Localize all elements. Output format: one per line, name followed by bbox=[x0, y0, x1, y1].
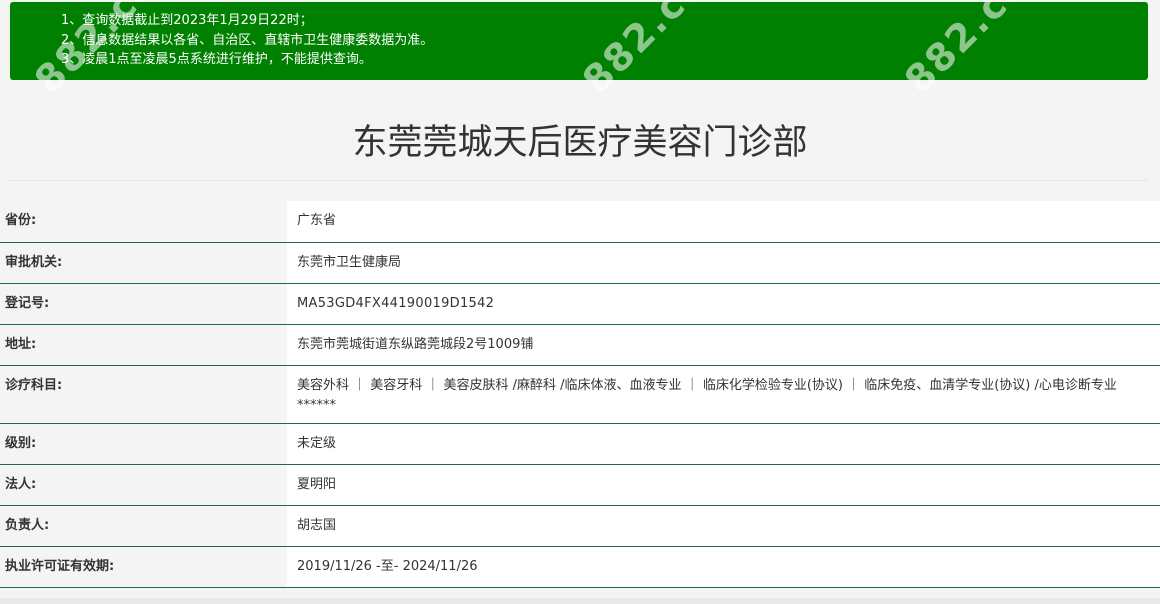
legal-person-label: 法人: bbox=[0, 464, 287, 506]
registration-label: 登记号: bbox=[0, 283, 287, 325]
table-row: 诊疗科目: 美容外科 ｜ 美容牙科 ｜ 美容皮肤科 /麻醉科 /临床体液、血液专… bbox=[0, 365, 1160, 424]
province-label: 省份: bbox=[0, 201, 287, 243]
table-row: 省份: 广东省 bbox=[0, 201, 1160, 243]
departments-label: 诊疗科目: bbox=[0, 365, 287, 424]
table-row: 法人: 夏明阳 bbox=[0, 464, 1160, 506]
notice-banner: 1、查询数据截止到2023年1月29日22时； 2、信息数据结果以各省、自治区、… bbox=[10, 0, 1148, 102]
notice-line-1: 1、查询数据截止到2023年1月29日22时； bbox=[61, 13, 313, 28]
page: 1、查询数据截止到2023年1月29日22时； 2、信息数据结果以各省、自治区、… bbox=[0, 0, 1160, 604]
table-row: 登记号: MA53GD4FX44190019D1542 bbox=[0, 283, 1160, 325]
title-divider bbox=[10, 180, 1148, 181]
table-row: 级别: 未定级 bbox=[0, 423, 1160, 465]
notice-line-3: 3、凌晨1点至凌晨5点系统进行维护，不能提供查询。 bbox=[61, 52, 372, 67]
person-in-charge-value: 胡志国 bbox=[287, 505, 1160, 547]
departments-value: 美容外科 ｜ 美容牙科 ｜ 美容皮肤科 /麻醉科 /临床体液、血液专业 ｜ 临床… bbox=[287, 365, 1160, 424]
table-row: 负责人: 胡志国 bbox=[0, 505, 1160, 547]
license-validity-value: 2019/11/26 -至- 2024/11/26 bbox=[287, 546, 1160, 588]
legal-person-value: 夏明阳 bbox=[287, 464, 1160, 506]
address-label: 地址: bbox=[0, 324, 287, 366]
bottom-strip bbox=[0, 598, 1160, 604]
table-row: 审批机关: 东莞市卫生健康局 bbox=[0, 242, 1160, 284]
notice-line-2: 2、信息数据结果以各省、自治区、直辖市卫生健康委数据为准。 bbox=[61, 32, 434, 48]
authority-label: 审批机关: bbox=[0, 242, 287, 284]
license-validity-label: 执业许可证有效期: bbox=[0, 546, 287, 588]
address-value: 东莞市莞城街道东纵路莞城段2号1009铺 bbox=[287, 324, 1160, 366]
table-row: 地址: 东莞市莞城街道东纵路莞城段2号1009铺 bbox=[0, 324, 1160, 366]
page-title: 东莞莞城天后医疗美容门诊部 bbox=[352, 123, 808, 163]
table-row: 执业许可证有效期: 2019/11/26 -至- 2024/11/26 bbox=[0, 546, 1160, 588]
authority-value: 东莞市卫生健康局 bbox=[287, 242, 1160, 284]
level-value: 未定级 bbox=[287, 423, 1160, 465]
level-label: 级别: bbox=[0, 423, 287, 465]
person-in-charge-label: 负责人: bbox=[0, 505, 287, 547]
province-value: 广东省 bbox=[287, 201, 1160, 243]
institution-info-table: 省份: 广东省 审批机关: 东莞市卫生健康局 登记号: MA53GD4FX441… bbox=[0, 201, 1160, 588]
registration-value: MA53GD4FX44190019D1542 bbox=[287, 283, 1160, 325]
